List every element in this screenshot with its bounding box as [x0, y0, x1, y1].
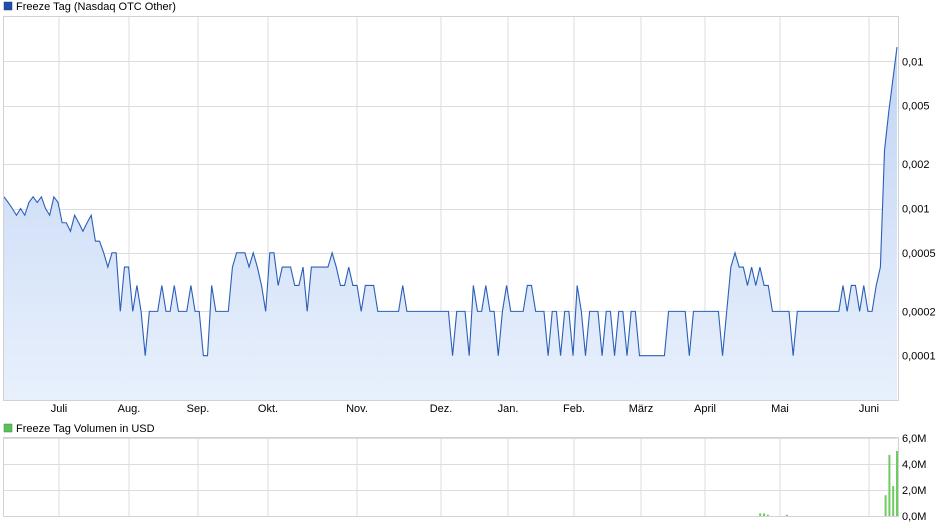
volume-legend-label: Freeze Tag Volumen in USD [16, 423, 155, 435]
price-y-tick-label: 0,01 [902, 56, 923, 68]
price-x-tick-label: Okt. [258, 403, 278, 415]
volume-y-tick-label: 4,0M [902, 459, 926, 471]
volume-legend: Freeze Tag Volumen in USD [3, 423, 155, 435]
volume-legend-swatch [3, 423, 13, 433]
volume-bar [892, 486, 895, 516]
price-y-tick-label: 0,0001 [902, 351, 936, 363]
price-x-tick-label: Juli [51, 403, 68, 415]
volume-plot-frame [3, 437, 899, 517]
volume-y-tick-label: 6,0M [902, 433, 926, 445]
price-x-tick-label: Mai [771, 403, 789, 415]
price-x-tick-label: Aug. [118, 403, 141, 415]
volume-bar [766, 514, 769, 516]
price-y-tick-label: 0,005 [902, 101, 930, 113]
price-y-axis: 0,0001 0,0002 0,0005 0,001 0,002 0,005 0,01 [902, 56, 936, 362]
price-x-tick-label: Feb. [563, 403, 585, 415]
volume-grid [4, 438, 897, 517]
price-x-tick-label: Juni [859, 403, 879, 415]
price-legend: Freeze Tag (Nasdaq OTC Other) [3, 1, 176, 13]
price-y-tick-label: 0,001 [902, 204, 930, 216]
price-x-tick-label: April [694, 403, 716, 415]
price-x-tick-label: Nov. [346, 403, 368, 415]
price-x-tick-label: Dez. [430, 403, 453, 415]
volume-bar [785, 514, 788, 516]
volume-y-axis: 0,0M 2,0M 4,0M 6,0M [902, 433, 926, 523]
price-area [4, 47, 897, 400]
price-legend-swatch [3, 1, 13, 11]
volume-y-tick-label: 2,0M [902, 485, 926, 497]
volume-bar [884, 495, 887, 516]
price-legend-label: Freeze Tag (Nasdaq OTC Other) [16, 1, 176, 13]
price-x-tick-label: Sep. [187, 403, 210, 415]
price-y-tick-label: 0,0005 [902, 248, 936, 260]
volume-bar [763, 513, 765, 516]
price-y-tick-label: 0,0002 [902, 306, 936, 318]
volume-bar [896, 451, 898, 516]
chart-canvas: Freeze Tag (Nasdaq OTC Other) 0,00010,00… [3, 1, 936, 523]
price-x-tick-label: März [629, 403, 653, 415]
volume-bar [888, 454, 891, 516]
price-x-tick-label: Jan. [498, 403, 519, 415]
volume-y-tick-label: 0,0M [902, 511, 926, 523]
price-y-tick-label: 0,002 [902, 159, 930, 171]
price-x-axis: Juli Aug. Sep. Okt. Nov. Dez. Jan. Feb. März Apri… [51, 403, 879, 415]
volume-bar [759, 513, 762, 516]
